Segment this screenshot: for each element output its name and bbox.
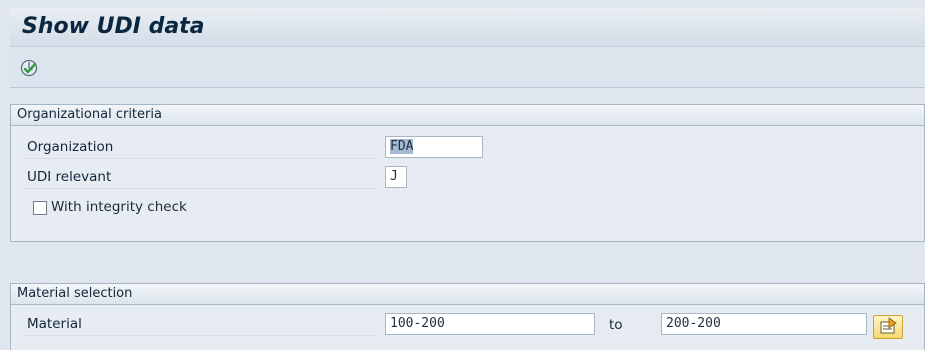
organizational-criteria-header: Organizational criteria [11,105,924,126]
title-bar: Show UDI data [10,8,925,47]
material-from-value: 100-200 [390,316,445,331]
material-from-input[interactable]: 100-200 [385,313,595,335]
material-label: Material [27,316,82,332]
material-selection-group: Material selection Material 100-200 to 2… [10,283,925,350]
material-selection-header: Material selection [11,284,924,305]
organization-input[interactable]: FDA [385,136,483,158]
organization-underline [25,158,377,159]
organization-value: FDA [390,139,414,154]
material-to-value: 200-200 [666,316,721,331]
organization-row: Organization FDA [11,136,924,160]
multiple-selection-icon [880,317,897,334]
organizational-criteria-group: Organizational criteria Organization FDA… [10,104,925,242]
udi-relevant-value: J [390,169,398,184]
integrity-check-checkbox[interactable] [33,201,47,215]
integrity-check-row: With integrity check [11,196,924,220]
material-row: Material 100-200 to 200-200 [11,313,924,339]
application-toolbar [10,47,925,88]
material-to-input[interactable]: 200-200 [661,313,867,335]
udi-relevant-underline [25,188,377,189]
material-underline [25,335,377,336]
multiple-selection-button[interactable] [873,315,903,339]
udi-relevant-row: UDI relevant J [11,166,924,190]
material-to-label: to [609,317,623,333]
integrity-check-label: With integrity check [51,199,187,215]
execute-icon[interactable] [20,59,38,77]
udi-relevant-label: UDI relevant [27,169,112,185]
page-title: Show UDI data [22,14,205,39]
organization-label: Organization [27,139,114,155]
udi-relevant-input[interactable]: J [385,166,407,188]
